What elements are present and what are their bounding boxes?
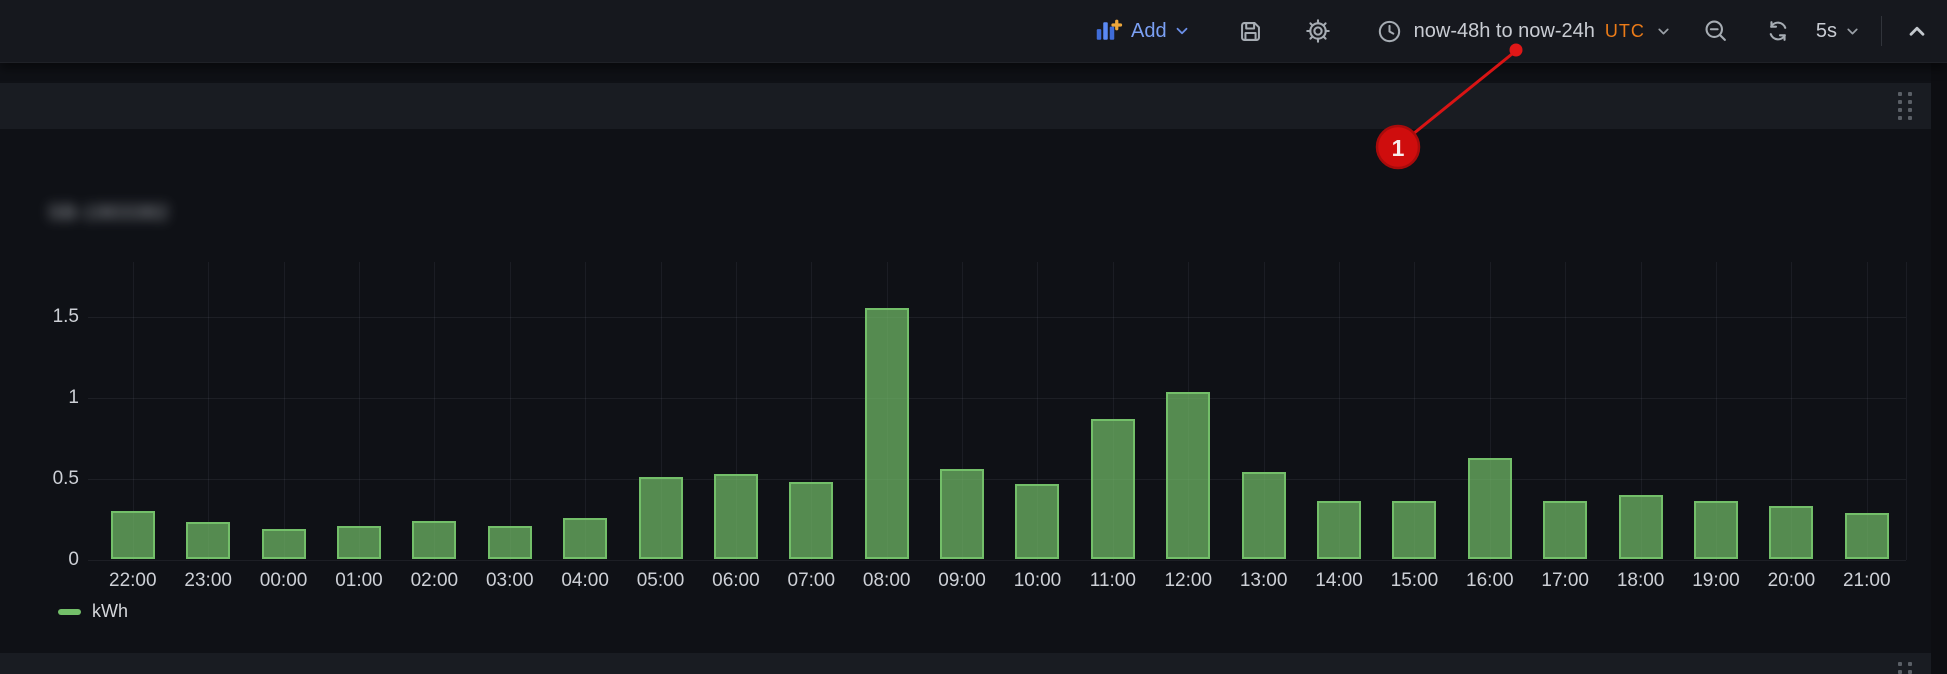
bar-20:00[interactable] bbox=[1769, 506, 1813, 559]
gridline-vertical bbox=[1906, 262, 1907, 560]
bar-08:00[interactable] bbox=[865, 308, 909, 560]
bar-02:00[interactable] bbox=[412, 521, 456, 560]
time-range-label: now-48h to now-24h bbox=[1414, 20, 1595, 43]
save-dashboard-button[interactable] bbox=[1237, 18, 1264, 45]
dashboard-toolbar: Add bbox=[0, 0, 1947, 63]
gridline-vertical bbox=[208, 262, 209, 560]
bar-06:00[interactable] bbox=[714, 474, 758, 560]
chevron-down-icon bbox=[1173, 22, 1191, 40]
legend-series-swatch bbox=[58, 609, 81, 615]
bar-19:00[interactable] bbox=[1694, 501, 1738, 559]
bar-10:00[interactable] bbox=[1015, 484, 1059, 560]
y-axis-tick-label: 0 bbox=[0, 549, 79, 571]
bar-21:00[interactable] bbox=[1845, 513, 1889, 560]
gridline-vertical bbox=[284, 262, 285, 560]
gridline-vertical bbox=[434, 262, 435, 560]
panel-drag-handle[interactable] bbox=[1898, 662, 1912, 674]
zoom-out-icon bbox=[1702, 17, 1730, 45]
bar-12:00[interactable] bbox=[1166, 392, 1210, 560]
save-icon bbox=[1237, 18, 1264, 45]
bar-01:00[interactable] bbox=[337, 526, 381, 560]
toolbar-actions: Add bbox=[1093, 0, 1930, 62]
chevron-down-icon bbox=[1844, 23, 1861, 40]
add-button-label: Add bbox=[1131, 20, 1167, 43]
toolbar-divider bbox=[1881, 16, 1882, 46]
bar-18:00[interactable] bbox=[1619, 495, 1663, 560]
grafana-dashboard: Add bbox=[0, 0, 1947, 674]
bar-14:00[interactable] bbox=[1317, 501, 1361, 559]
bar-05:00[interactable] bbox=[639, 477, 683, 559]
chart-legend[interactable]: kWh bbox=[58, 601, 128, 622]
y-axis-tick-label: 0.5 bbox=[0, 468, 79, 490]
gridline-horizontal bbox=[88, 560, 1906, 561]
bar-07:00[interactable] bbox=[789, 482, 833, 560]
gridline-horizontal bbox=[88, 398, 1906, 399]
gridline-vertical bbox=[585, 262, 586, 560]
bar-22:00[interactable] bbox=[111, 511, 155, 559]
clock-icon bbox=[1376, 18, 1403, 45]
gridline-horizontal bbox=[88, 479, 1906, 480]
refresh-button[interactable] bbox=[1764, 17, 1792, 45]
bar-04:00[interactable] bbox=[563, 518, 607, 560]
refresh-interval-label: 5s bbox=[1816, 20, 1837, 43]
y-axis-tick-label: 1.5 bbox=[0, 306, 79, 328]
legend-series-label: kWh bbox=[92, 601, 128, 622]
bar-00:00[interactable] bbox=[262, 529, 306, 560]
add-button[interactable]: Add bbox=[1093, 16, 1191, 46]
scroll-gutter bbox=[1931, 62, 1947, 674]
chevron-down-icon bbox=[1655, 23, 1672, 40]
bar-17:00[interactable] bbox=[1543, 501, 1587, 559]
bar-11:00[interactable] bbox=[1091, 419, 1135, 560]
gridline-vertical bbox=[359, 262, 360, 560]
x-axis-tick-label: 21:00 bbox=[1822, 570, 1912, 592]
time-range-zoom-out-button[interactable] bbox=[1702, 17, 1730, 45]
gridline-vertical bbox=[510, 262, 511, 560]
bar-16:00[interactable] bbox=[1468, 458, 1512, 560]
gridline-horizontal bbox=[88, 317, 1906, 318]
gear-icon bbox=[1304, 17, 1332, 45]
panel-partial-bottom bbox=[0, 653, 1931, 674]
time-range-picker[interactable]: now-48h to now-24h UTC bbox=[1376, 18, 1672, 45]
refresh-icon bbox=[1764, 17, 1792, 45]
caret-up-icon bbox=[1904, 18, 1930, 44]
bar-chart-plus-icon bbox=[1093, 16, 1123, 46]
refresh-interval-picker[interactable]: 5s bbox=[1816, 20, 1861, 43]
timezone-label: UTC bbox=[1605, 21, 1645, 42]
bar-chart: 00.511.522:0023:0000:0001:0002:0003:0004… bbox=[0, 0, 1947, 674]
bar-13:00[interactable] bbox=[1242, 472, 1286, 559]
bar-15:00[interactable] bbox=[1392, 501, 1436, 559]
bar-03:00[interactable] bbox=[488, 526, 532, 560]
y-axis-tick-label: 1 bbox=[0, 387, 79, 409]
bar-23:00[interactable] bbox=[186, 522, 230, 559]
collapse-toolbar-button[interactable] bbox=[1904, 18, 1930, 44]
bar-09:00[interactable] bbox=[940, 469, 984, 559]
dashboard-settings-button[interactable] bbox=[1304, 17, 1332, 45]
